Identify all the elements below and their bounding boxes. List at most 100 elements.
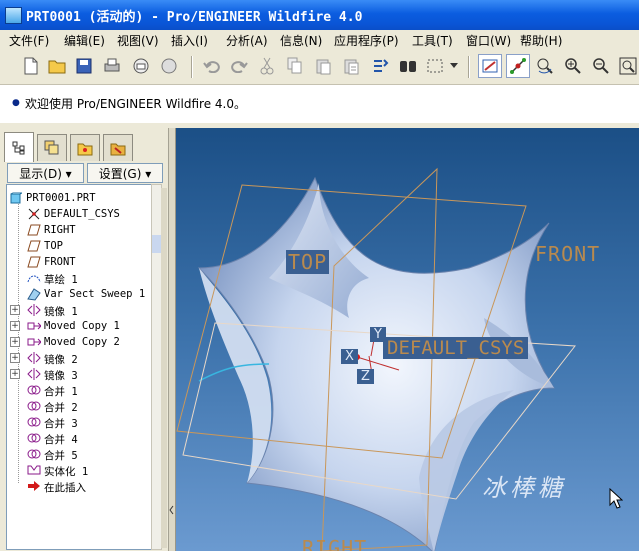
tree-item-label: TOP bbox=[44, 240, 63, 252]
tree-item[interactable]: Var Sect Sweep 1 bbox=[7, 286, 152, 302]
new-file-icon[interactable] bbox=[20, 55, 42, 77]
tree-item[interactable]: + 镜像 2 bbox=[7, 350, 152, 366]
open-folder-icon[interactable] bbox=[46, 55, 68, 77]
tree-item[interactable]: PRT0001.PRT bbox=[7, 190, 152, 206]
menu-file[interactable]: 文件(F) bbox=[9, 31, 49, 50]
message-text: 欢迎使用 Pro/ENGINEER Wildfire 4.0。 bbox=[25, 97, 246, 111]
tree-item[interactable]: 合并 3 bbox=[7, 414, 152, 430]
menu-bar: 文件(F) 编辑(E) 视图(V) 插入(I) 分析(A) 信息(N) 应用程序… bbox=[0, 30, 639, 50]
tree-item[interactable]: 合并 4 bbox=[7, 430, 152, 446]
csys-icon bbox=[27, 207, 41, 221]
tree-item[interactable]: + Moved Copy 2 bbox=[7, 334, 152, 350]
tree-item-label: 合并 5 bbox=[44, 450, 78, 462]
tree-item[interactable]: DEFAULT_CSYS bbox=[7, 206, 152, 222]
tree-item[interactable]: 合并 2 bbox=[7, 398, 152, 414]
spin-center-icon[interactable] bbox=[506, 54, 530, 78]
tree-item-label: FRONT bbox=[44, 256, 76, 268]
tree-item[interactable]: RIGHT bbox=[7, 222, 152, 238]
menu-insert[interactable]: 插入(I) bbox=[171, 31, 208, 50]
datum-label-top[interactable]: TOP bbox=[286, 250, 330, 274]
find-icon[interactable] bbox=[397, 55, 419, 77]
tree-item[interactable]: 草绘 1 bbox=[7, 270, 152, 286]
moved-copy-icon bbox=[27, 335, 41, 349]
favorites-tab[interactable] bbox=[103, 134, 133, 161]
tree-item[interactable]: 在此插入 bbox=[7, 478, 152, 494]
model-tree-tab[interactable] bbox=[4, 132, 34, 162]
menu-window[interactable]: 窗口(W) bbox=[466, 31, 511, 50]
tree-item-label: 合并 2 bbox=[44, 402, 78, 414]
menu-info[interactable]: 信息(N) bbox=[280, 31, 322, 50]
tree-item[interactable]: + 镜像 1 bbox=[7, 302, 152, 318]
insert-here-arrow-icon bbox=[27, 479, 41, 493]
send-mail-icon[interactable] bbox=[130, 55, 152, 77]
save-icon[interactable] bbox=[73, 55, 95, 77]
zoom-in-icon[interactable] bbox=[562, 55, 584, 77]
tree-item-label: 合并 3 bbox=[44, 418, 78, 430]
cut-icon[interactable] bbox=[256, 55, 278, 77]
merge-icon bbox=[27, 399, 41, 413]
model-tree-icon bbox=[12, 141, 25, 154]
expand-toggle-icon[interactable]: + bbox=[10, 369, 20, 379]
layer-tree-tab[interactable] bbox=[37, 134, 67, 161]
tree-item[interactable]: + 镜像 3 bbox=[7, 366, 152, 382]
tree-item-label: 镜像 2 bbox=[44, 354, 78, 366]
expand-toggle-icon[interactable]: + bbox=[10, 305, 20, 315]
favorites-icon bbox=[110, 143, 126, 156]
refit-icon[interactable] bbox=[617, 55, 639, 77]
mirror-icon bbox=[27, 351, 41, 365]
solidify-icon bbox=[27, 463, 41, 477]
panel-splitter[interactable] bbox=[161, 188, 167, 548]
print-icon[interactable] bbox=[101, 55, 123, 77]
layers-icon bbox=[44, 140, 59, 155]
redo-icon[interactable] bbox=[228, 55, 250, 77]
tree-item[interactable]: 实体化 1 bbox=[7, 462, 152, 478]
tree-item-label: Moved Copy 1 bbox=[44, 320, 120, 332]
settings-dropdown[interactable]: 设置(G) ▾ bbox=[87, 163, 163, 183]
app-icon bbox=[5, 7, 22, 24]
menu-help[interactable]: 帮助(H) bbox=[520, 31, 562, 50]
mirror-icon bbox=[27, 303, 41, 317]
datum-label-right[interactable]: RIGHT bbox=[302, 536, 367, 551]
tree-item[interactable]: FRONT bbox=[7, 254, 152, 270]
datum-plane-icon bbox=[27, 255, 41, 269]
toolbar bbox=[0, 50, 639, 85]
zoom-out-icon[interactable] bbox=[590, 55, 612, 77]
copy-icon[interactable] bbox=[284, 55, 306, 77]
var-sect-sweep-icon bbox=[27, 287, 41, 301]
part-icon bbox=[9, 191, 23, 205]
orient-icon[interactable] bbox=[534, 55, 556, 77]
tree-item-label: 在此插入 bbox=[44, 482, 86, 494]
select-box-icon[interactable] bbox=[424, 55, 446, 77]
undo-icon[interactable] bbox=[201, 55, 223, 77]
merge-icon bbox=[27, 415, 41, 429]
expand-toggle-icon[interactable]: + bbox=[10, 353, 20, 363]
tree-item-label: Moved Copy 2 bbox=[44, 336, 120, 348]
paste-icon[interactable] bbox=[312, 55, 334, 77]
tree-item[interactable]: 合并 5 bbox=[7, 446, 152, 462]
datum-display-icon[interactable] bbox=[478, 54, 502, 78]
paste-special-icon[interactable] bbox=[340, 55, 362, 77]
send-icon[interactable] bbox=[158, 55, 180, 77]
menu-tools[interactable]: 工具(T) bbox=[412, 31, 453, 50]
datum-label-front[interactable]: FRONT bbox=[535, 242, 600, 266]
message-area: ● 欢迎使用 Pro/ENGINEER Wildfire 4.0。 bbox=[0, 85, 639, 124]
dropdown-icon[interactable] bbox=[448, 55, 460, 77]
expand-toggle-icon[interactable]: + bbox=[10, 337, 20, 347]
tree-item[interactable]: 合并 1 bbox=[7, 382, 152, 398]
menu-applications[interactable]: 应用程序(P) bbox=[334, 31, 399, 50]
show-dropdown[interactable]: 显示(D) ▾ bbox=[7, 163, 84, 183]
navigator-panel: 显示(D) ▾ 设置(G) ▾ PRT0001.PRT DEFAULT_CSYS R… bbox=[0, 128, 169, 551]
sketch-icon bbox=[27, 271, 41, 285]
menu-edit[interactable]: 编辑(E) bbox=[64, 31, 105, 50]
menu-analysis[interactable]: 分析(A) bbox=[226, 31, 268, 50]
folder-browser-tab[interactable] bbox=[70, 134, 100, 161]
tree-item[interactable]: + Moved Copy 1 bbox=[7, 318, 152, 334]
tree-item-label: 合并 4 bbox=[44, 434, 78, 446]
menu-view[interactable]: 视图(V) bbox=[117, 31, 159, 50]
regenerate-icon[interactable] bbox=[369, 55, 391, 77]
viewport-left-edge bbox=[169, 128, 176, 551]
expand-toggle-icon[interactable]: + bbox=[10, 321, 20, 331]
graphics-window[interactable]: TOP FRONT DEFAULT_CSYS RIGHT X Y Z 冰棒糖 bbox=[169, 128, 639, 551]
tree-item[interactable]: TOP bbox=[7, 238, 152, 254]
mirror-icon bbox=[27, 367, 41, 381]
